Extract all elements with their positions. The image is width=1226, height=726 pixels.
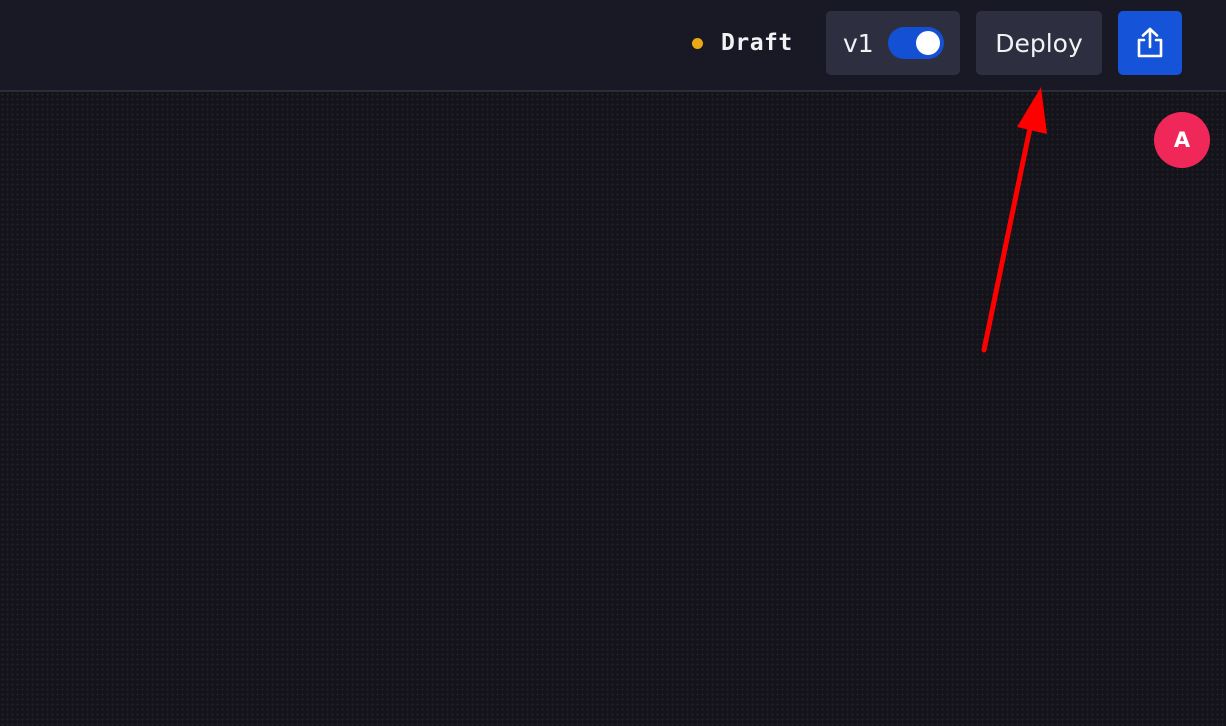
version-toggle-control[interactable]: v1 <box>826 11 960 75</box>
deploy-button[interactable]: Deploy <box>976 11 1102 75</box>
top-toolbar: Draft v1 Deploy <box>0 0 1226 92</box>
share-button[interactable] <box>1118 11 1182 75</box>
user-avatar[interactable]: A <box>1154 112 1210 168</box>
status-label: Draft <box>721 30 793 56</box>
version-toggle-switch[interactable] <box>888 27 944 59</box>
draft-status-indicator: Draft <box>692 30 793 56</box>
dotted-canvas[interactable] <box>0 92 1226 726</box>
status-dot-icon <box>692 37 703 49</box>
version-label: v1 <box>843 28 874 58</box>
share-upload-icon <box>1137 27 1163 58</box>
toggle-knob <box>916 31 940 55</box>
